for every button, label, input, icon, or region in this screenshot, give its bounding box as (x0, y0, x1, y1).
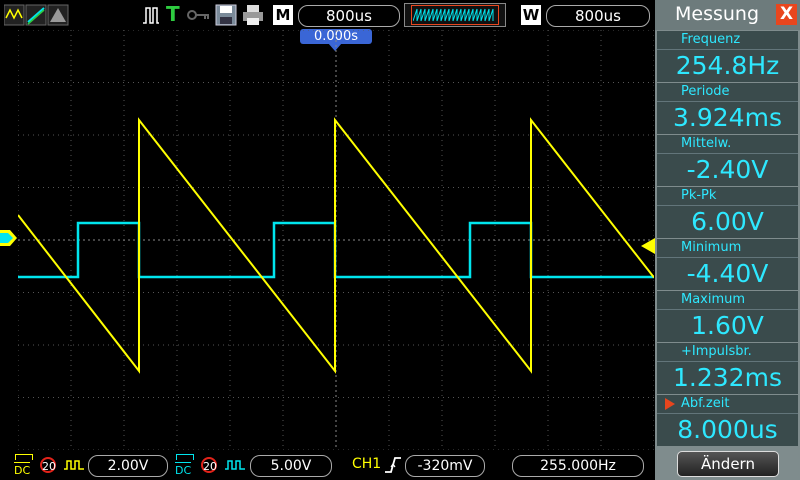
main-timebase-marker: M (273, 5, 293, 25)
trigger-level-marker-icon[interactable] (641, 238, 655, 254)
close-button[interactable]: X (776, 4, 797, 25)
rising-edge-icon[interactable] (384, 456, 402, 474)
timebase-display[interactable]: 800us (298, 5, 400, 27)
measure-value-maximum[interactable]: 1.60V (657, 309, 798, 342)
ch2-coupling-icon (176, 454, 194, 460)
measure-value-minimum[interactable]: -4.40V (657, 257, 798, 290)
measure-label-mean: Mittelw. (657, 135, 798, 153)
trigger-source[interactable]: CH1 (352, 456, 381, 472)
measure-label-pos-width: +Impulsbr. (657, 343, 798, 361)
ch2-bw-limit[interactable]: 20 (201, 457, 217, 473)
channel-icons (4, 4, 69, 26)
ch1-invert-icon (64, 460, 84, 470)
trigger-status-t: T (166, 2, 180, 26)
waveform-display[interactable] (18, 30, 654, 450)
ch1-level-marker-icon[interactable] (0, 228, 18, 248)
measure-label-fall-time: Abf.zeit (657, 395, 798, 413)
measurement-panel: Messung X Frequenz 254.8Hz Periode 3.924… (655, 0, 800, 480)
ch2-invert-icon (225, 460, 245, 470)
ch1-wave-icon (4, 4, 25, 26)
trigger-level[interactable]: -320mV (405, 455, 485, 477)
key-icon[interactable] (187, 8, 211, 22)
memory-wave-icon (413, 8, 494, 22)
ch1-coupling[interactable]: DC (14, 462, 31, 476)
ch2-wave-icon (25, 4, 47, 26)
measure-label-pkpk: Pk-Pk (657, 187, 798, 205)
pulse-icon[interactable] (142, 5, 160, 25)
panel-header: Messung X (655, 0, 800, 30)
measure-value-frequency[interactable]: 254.8Hz (657, 49, 798, 82)
ch2-coupling[interactable]: DC (175, 462, 192, 476)
save-icon[interactable] (215, 4, 237, 26)
measure-label-period: Periode (657, 83, 798, 101)
panel-title: Messung (675, 3, 760, 25)
measure-value-mean[interactable]: -2.40V (657, 153, 798, 186)
measure-value-fall-time[interactable]: 8.000us (657, 413, 798, 446)
memory-overview[interactable] (404, 3, 506, 27)
measure-value-period[interactable]: 3.924ms (657, 101, 798, 134)
measure-label-minimum: Minimum (657, 239, 798, 257)
window-timebase-display[interactable]: 800us (546, 5, 650, 27)
measure-label-frequency: Frequenz (657, 31, 798, 49)
ch2-volts-div[interactable]: 5.00V (250, 455, 332, 477)
measure-label-maximum: Maximum (657, 291, 798, 309)
trigger-frequency: 255.000Hz (512, 455, 644, 477)
ch1-bw-limit[interactable]: 20 (40, 457, 56, 473)
print-icon[interactable] (242, 4, 264, 26)
ch1-trace (18, 117, 654, 374)
window-timebase-marker: W (521, 5, 541, 25)
measure-value-pos-width[interactable]: 1.232ms (657, 361, 798, 394)
selected-arrow-icon (665, 398, 675, 410)
top-toolbar: T M 800us W 800us (0, 0, 655, 30)
bottom-status-bar: DC 20 2.00V DC 20 5.00V CH1 -320mV 255.0… (0, 450, 655, 480)
measure-value-pkpk[interactable]: 6.00V (657, 205, 798, 238)
change-button[interactable]: Ändern (677, 451, 779, 477)
ch1-volts-div[interactable]: 2.00V (88, 455, 168, 477)
ch1-coupling-icon (15, 454, 33, 460)
math-wave-icon (47, 4, 69, 26)
